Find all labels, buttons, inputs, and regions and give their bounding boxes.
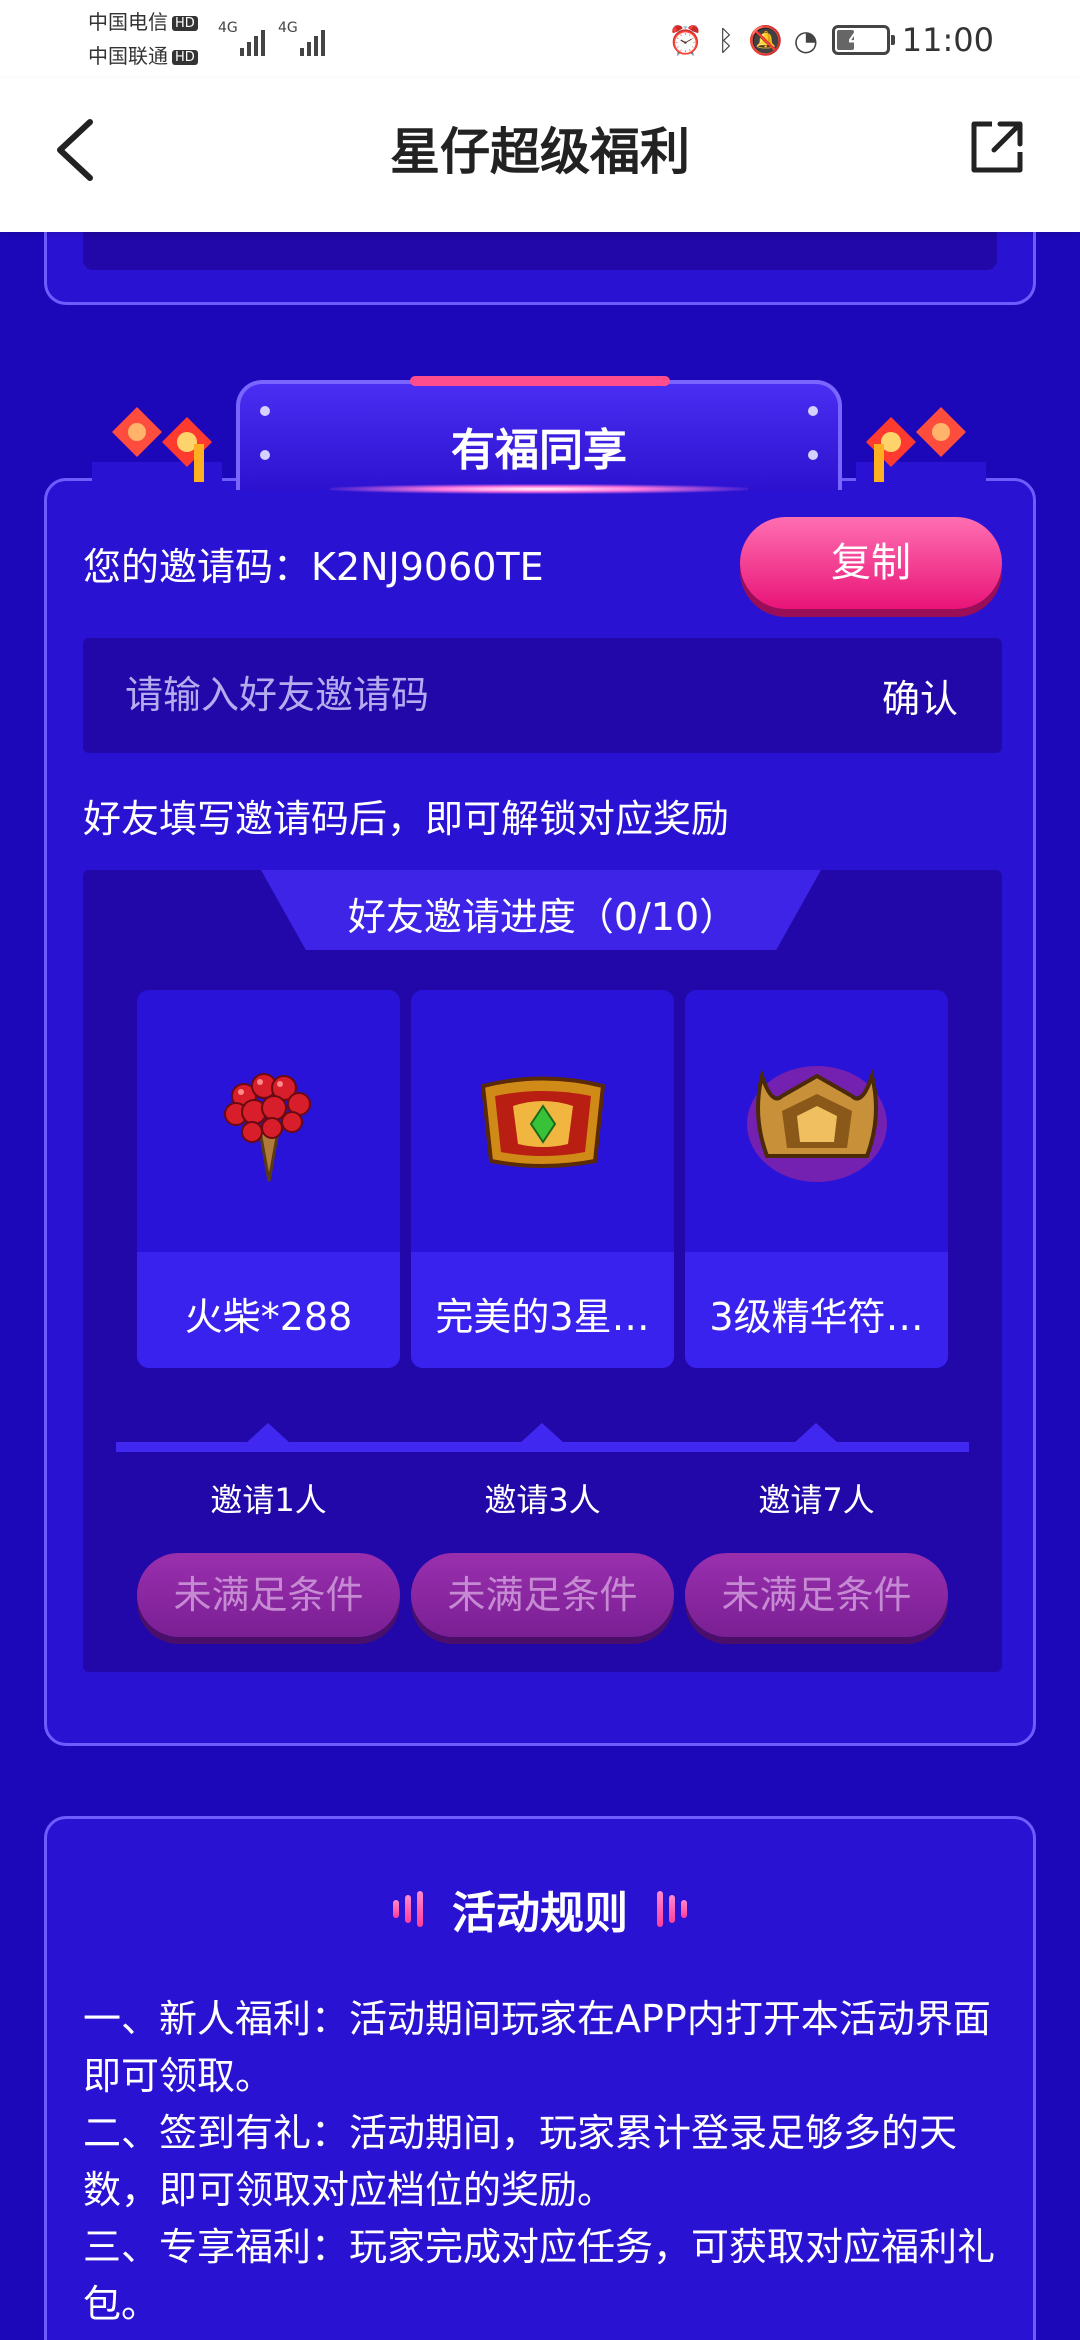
network-type-2: 4G xyxy=(278,20,298,36)
carrier-1: 中国电信 HD xyxy=(88,6,198,35)
battery-icon: 41 xyxy=(831,25,895,55)
alarm-icon: ⏰ xyxy=(668,23,704,57)
hd-badge: HD xyxy=(172,50,198,65)
status-icons: ⏰ ᛒ 🔕 ◔ 41 11:00 xyxy=(666,16,1080,64)
invite-code-label: 您的邀请码：K2NJ9060TE xyxy=(83,545,544,589)
app-header: 星仔超级福利 xyxy=(0,78,1080,232)
clock: 11:00 xyxy=(901,21,994,59)
reward-name: 火柴*288 xyxy=(184,1295,353,1339)
firecracker-left-icon xyxy=(92,407,222,482)
bluetooth-icon: ᛒ xyxy=(717,23,735,57)
rules-header: 活动规则 xyxy=(47,1877,1033,1941)
network-type-1: 4G xyxy=(218,20,238,36)
step-label: 邀请3人 xyxy=(484,1481,601,1519)
reward-card: 完美的3星… xyxy=(411,990,674,1368)
status-bar: 中国电信 HD 中国联通 HD 4G 4G ⏰ ᛒ 🔕 ◔ 41 11:00 xyxy=(0,0,1080,78)
essence-talisman-icon xyxy=(746,1066,887,1182)
reward-card: 火柴*288 xyxy=(137,990,400,1368)
reward-card: 3级精华符… xyxy=(685,990,948,1368)
progress-track xyxy=(116,1442,969,1452)
reward-name: 3级精华符… xyxy=(709,1295,924,1339)
claim-button-disabled[interactable]: 未满足条件 xyxy=(137,1553,400,1637)
speed-icon: ◔ xyxy=(793,23,818,57)
battery-level: 41 xyxy=(848,29,874,50)
rule-item: 二、签到有礼：活动期间，玩家累计登录足够多的天数，即可领取对应档位的奖励。 xyxy=(83,2111,958,2212)
matches-bundle-icon xyxy=(223,1073,311,1182)
firecracker-right-icon xyxy=(856,407,986,482)
invite-hint: 好友填写邀请码后，即可解锁对应奖励 xyxy=(83,797,730,841)
progress-notch xyxy=(794,1423,838,1443)
banner-top-accent xyxy=(410,376,670,386)
section-banner: 有福同享 xyxy=(236,380,842,494)
reward-name: 完美的3星… xyxy=(435,1295,650,1339)
step-label: 邀请7人 xyxy=(758,1481,875,1519)
claim-button-disabled[interactable]: 未满足条件 xyxy=(411,1553,674,1637)
rules-card: 活动规则 一、新人福利：活动期间玩家在APP内打开本活动界面即可领取。 二、签到… xyxy=(44,1816,1036,2340)
decor-bars-right-icon xyxy=(657,1891,688,1927)
hd-badge: HD xyxy=(172,16,198,31)
page-title: 星仔超级福利 xyxy=(390,123,690,181)
carrier-2: 中国联通 HD xyxy=(88,40,198,69)
copy-button[interactable]: 复制 xyxy=(740,517,1002,609)
signal-2-icon xyxy=(300,22,325,56)
invite-progress-panel: 好友邀请进度（0/10） 火柴*288 完美的3星… 3级精华符… 邀请1人 邀… xyxy=(83,870,1002,1672)
invite-card: 您的邀请码：K2NJ9060TE 复制 确认 好友填写邀请码后，即可解锁对应奖励… xyxy=(44,478,1036,1746)
signal-1-icon xyxy=(240,22,265,56)
progress-notch xyxy=(520,1423,564,1443)
gold-box-icon xyxy=(480,1076,605,1168)
share-icon[interactable] xyxy=(968,118,1026,176)
friend-code-field: 确认 xyxy=(83,638,1002,753)
mute-icon: 🔕 xyxy=(748,23,784,57)
rule-item: 一、新人福利：活动期间玩家在APP内打开本活动界面即可领取。 xyxy=(83,1997,991,2098)
rules-title: 活动规则 xyxy=(452,1888,628,1939)
section-title: 有福同享 xyxy=(451,425,627,476)
rule-item: 三、专享福利：玩家完成对应任务，可获取对应福利礼包。 xyxy=(83,2225,996,2326)
progress-title: 好友邀请进度（0/10） xyxy=(347,895,738,939)
claim-button-disabled[interactable]: 未满足条件 xyxy=(685,1553,948,1637)
friend-code-input[interactable] xyxy=(125,670,825,720)
decor-bars-left-icon xyxy=(392,1891,423,1927)
confirm-button[interactable]: 确认 xyxy=(882,668,958,723)
progress-notch xyxy=(246,1423,290,1443)
banner-glow xyxy=(330,484,748,494)
step-label: 邀请1人 xyxy=(210,1481,327,1519)
